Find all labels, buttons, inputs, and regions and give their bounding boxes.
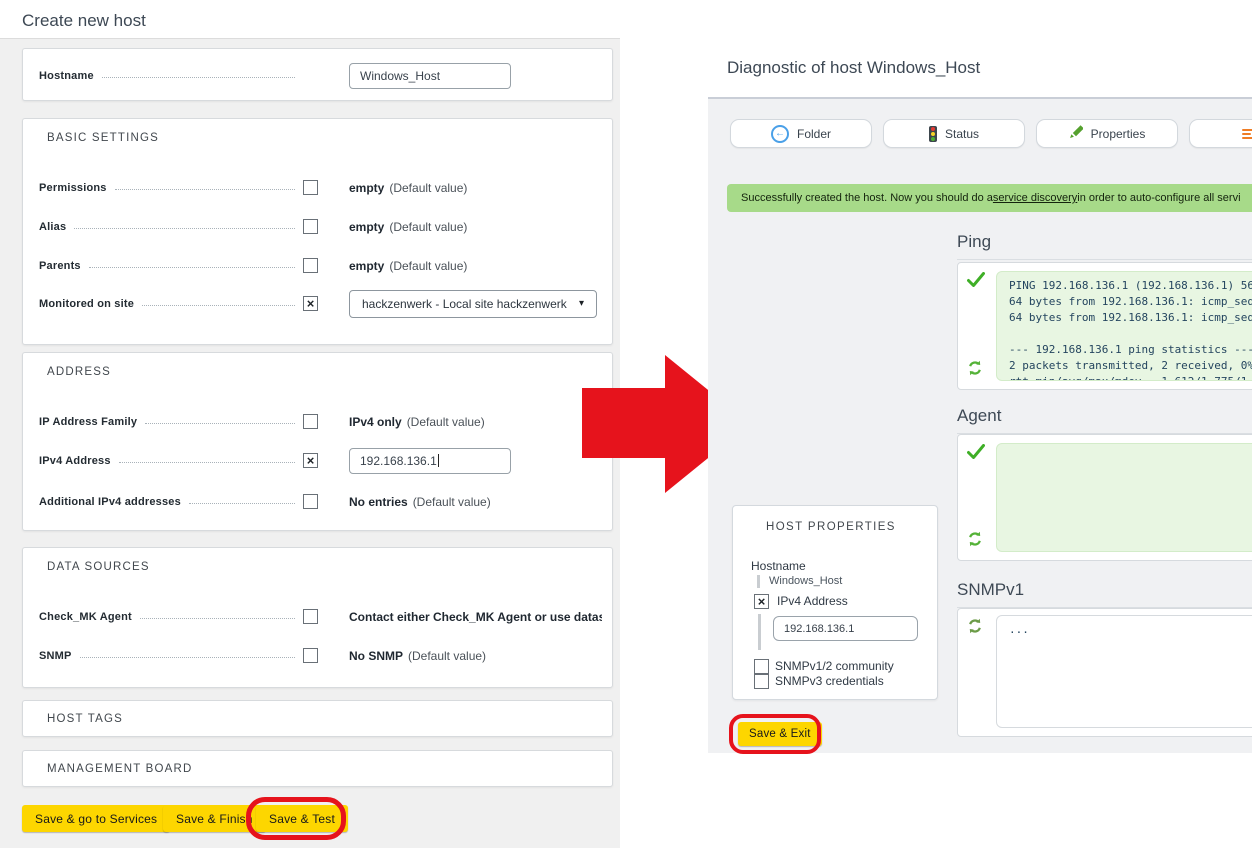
monitored-on-site-label: Monitored on site xyxy=(39,298,134,310)
data-sources-box: DATA SOURCES Check_MK Agent Contact eith… xyxy=(22,547,613,688)
additional-ipv4-label: Additional IPv4 addresses xyxy=(39,496,181,508)
traffic-light-icon xyxy=(929,126,937,142)
refresh-icon[interactable] xyxy=(967,531,983,552)
hp-hostname-label: Hostname xyxy=(751,559,806,573)
ip-family-checkbox[interactable] xyxy=(303,414,318,429)
additional-ipv4-checkbox[interactable] xyxy=(303,494,318,509)
refresh-icon[interactable] xyxy=(967,360,983,381)
parameters-icon xyxy=(1242,129,1252,139)
section-title-snmpv1: SNMPv1 xyxy=(957,580,1252,608)
snmpv1-result-box: ... xyxy=(957,608,1252,737)
checkmk-agent-label: Check_MK Agent xyxy=(39,611,132,623)
hostname-label: Hostname xyxy=(39,70,94,82)
success-message: Successfully created the host. Now you s… xyxy=(727,184,1252,212)
hp-ipv4-input[interactable]: 192.168.136.1 xyxy=(773,616,918,641)
hp-snmp3-checkbox[interactable] xyxy=(754,674,769,689)
page-title-diagnostic: Diagnostic of host Windows_Host xyxy=(727,58,980,78)
check-icon xyxy=(967,444,985,464)
hp-ipv4-label: IPv4 Address xyxy=(777,594,848,608)
parents-label: Parents xyxy=(39,260,81,272)
hp-hostname-value: Windows_Host xyxy=(769,575,842,587)
ping-result-box: PING 192.168.136.1 (192.168.136.1) 56(84… xyxy=(957,262,1252,390)
address-box: ADDRESS IP Address Family IPv4 only (Def… xyxy=(22,352,613,531)
ip-family-label: IP Address Family xyxy=(39,416,137,428)
spinner-icon xyxy=(967,618,983,639)
parents-value: empty xyxy=(349,259,384,273)
permissions-checkbox[interactable] xyxy=(303,180,318,195)
checkmk-screenshot: { "left_panel": { "title": "Create new h… xyxy=(0,0,1252,848)
alias-checkbox[interactable] xyxy=(303,219,318,234)
basic-settings-heading: BASIC SETTINGS xyxy=(47,132,159,144)
ping-output: PING 192.168.136.1 (192.168.136.1) 56(84… xyxy=(996,271,1252,381)
data-sources-heading: DATA SOURCES xyxy=(47,561,150,573)
host-tags-box[interactable]: HOST TAGS xyxy=(22,700,613,737)
section-title-ping: Ping xyxy=(957,232,1252,260)
toolbar-folder-button[interactable]: ← Folder xyxy=(730,119,872,148)
section-title-agent: Agent xyxy=(957,406,1252,434)
dotted-leader xyxy=(102,77,295,78)
management-board-box[interactable]: MANAGEMENT BOARD xyxy=(22,750,613,787)
permissions-value: empty xyxy=(349,181,384,195)
page-title-create-host: Create new host xyxy=(22,11,146,31)
hostname-box: Hostname Windows_Host xyxy=(22,48,613,101)
alias-label: Alias xyxy=(39,221,66,233)
snmp-label: SNMP xyxy=(39,650,72,662)
chevron-down-icon: ▾ xyxy=(579,298,584,309)
additional-ipv4-value: No entries xyxy=(349,495,408,509)
hostname-input[interactable]: Windows_Host xyxy=(349,63,511,89)
basic-settings-box: BASIC SETTINGS Permissions empty (Defaul… xyxy=(22,118,613,345)
host-properties-card: HOST PROPERTIES Hostname Windows_Host IP… xyxy=(732,505,938,700)
back-circle-icon: ← xyxy=(771,125,789,143)
ipv4-address-label: IPv4 Address xyxy=(39,455,111,467)
hp-snmp3-label: SNMPv3 credentials xyxy=(775,674,884,688)
ip-family-value: IPv4 only xyxy=(349,415,402,429)
ipv4-address-checkbox[interactable] xyxy=(303,453,318,468)
snmp-value: No SNMP xyxy=(349,649,403,663)
site-dropdown[interactable]: hackzenwerk - Local site hackzenwerk ▾ xyxy=(349,290,597,318)
text-cursor xyxy=(438,454,439,467)
hp-ipv4-checkbox[interactable] xyxy=(754,594,769,609)
service-discovery-link[interactable]: service discovery xyxy=(993,192,1077,204)
toolbar-parameters-button[interactable]: Pa xyxy=(1189,119,1252,148)
check-icon xyxy=(967,272,985,292)
alias-value: empty xyxy=(349,220,384,234)
hp-snmp12-checkbox[interactable] xyxy=(754,659,769,674)
red-highlight-save-exit xyxy=(729,714,821,754)
ipv4-address-input[interactable]: 192.168.136.1 xyxy=(349,448,511,474)
snmpv1-output: ... xyxy=(996,615,1252,728)
pencil-icon xyxy=(1069,125,1083,142)
parents-checkbox[interactable] xyxy=(303,258,318,273)
agent-result-box xyxy=(957,434,1252,561)
checkmk-agent-checkbox[interactable] xyxy=(303,609,318,624)
save-go-to-services-button[interactable]: Save & go to Services xyxy=(22,805,170,832)
toolbar-status-button[interactable]: Status xyxy=(883,119,1025,148)
toolbar-properties-button[interactable]: Properties xyxy=(1036,119,1178,148)
snmp-checkbox[interactable] xyxy=(303,648,318,663)
management-board-heading: MANAGEMENT BOARD xyxy=(47,763,193,775)
address-heading: ADDRESS xyxy=(47,366,111,378)
host-tags-heading: HOST TAGS xyxy=(47,713,123,725)
hp-snmp12-label: SNMPv1/2 community xyxy=(775,659,894,673)
agent-output xyxy=(996,443,1252,552)
monitored-on-site-checkbox[interactable] xyxy=(303,296,318,311)
permissions-label: Permissions xyxy=(39,182,107,194)
checkmk-agent-value: Contact either Check_MK Agent or use dat… xyxy=(349,610,602,624)
host-properties-heading: HOST PROPERTIES xyxy=(766,521,896,533)
red-highlight-save-test xyxy=(246,797,346,840)
